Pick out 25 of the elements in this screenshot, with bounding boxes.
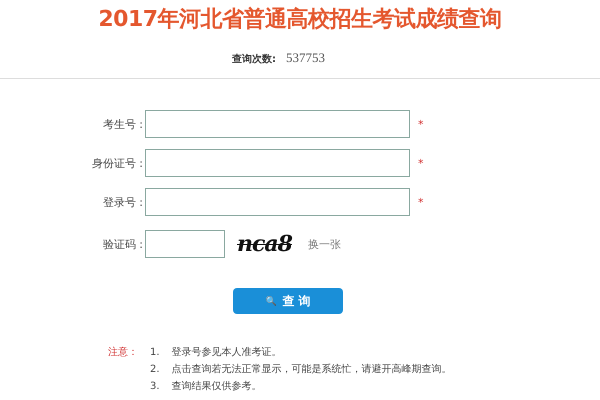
search-icon: 🔍 [265, 296, 276, 306]
note-text: 点击查询若无法正常显示，可能是系统忙，请避开高峰期查询。 [172, 363, 453, 377]
field-label: 身份证号 : [90, 156, 144, 170]
input-field[interactable] [145, 149, 410, 177]
captcha-field[interactable] [145, 230, 225, 258]
note-text: 查询结果仅供参考。 [172, 380, 263, 394]
required-mark: * [418, 118, 424, 130]
required-mark: * [418, 196, 424, 208]
notice-label: 注意： [108, 346, 138, 360]
note-number: 1. [150, 346, 160, 360]
required-mark: * [418, 156, 424, 170]
count-label: 查询次数: [232, 52, 276, 66]
field-label: 考生号 : [102, 116, 144, 132]
refresh-link[interactable]: 换一张 [308, 236, 341, 252]
input-field[interactable] [145, 110, 410, 138]
page-title: 2017年河北省普通高校招生考试成绩查询 [97, 6, 503, 34]
input-field[interactable] [145, 188, 410, 216]
search-button[interactable]: 🔍 查 询 [233, 288, 343, 314]
count-value: 537753 [286, 50, 325, 66]
note-text: 登录号参见本人准考证。 [172, 346, 283, 360]
field-label: 验证码 : [102, 236, 144, 252]
note-number: 2. [150, 363, 160, 377]
note-number: 3. [150, 380, 160, 394]
field-label: 登录号 : [102, 194, 144, 210]
captcha-image: nca8 [237, 231, 292, 257]
